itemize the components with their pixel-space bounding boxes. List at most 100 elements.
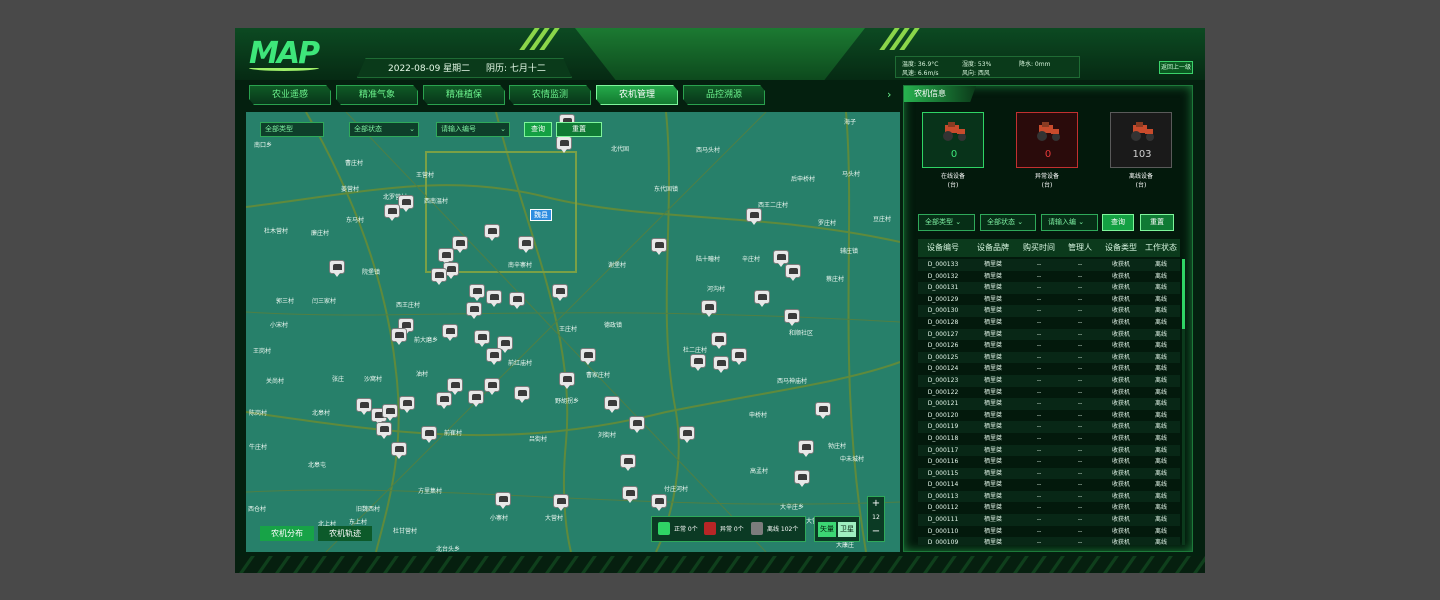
map-id-input[interactable]: 请输入编号 ⌄ [436, 122, 510, 137]
table-row[interactable]: D_000130 栖里桀 -- -- 收获机 离线 [918, 305, 1180, 317]
tractor-marker[interactable] [384, 204, 400, 222]
tractor-marker[interactable] [629, 416, 645, 434]
tractor-marker[interactable] [486, 290, 502, 308]
tractor-marker[interactable] [798, 440, 814, 458]
tab-remote-sensing[interactable]: 农业遥感 [249, 85, 331, 105]
table-row[interactable]: D_000113 栖里桀 -- -- 收获机 离线 [918, 490, 1180, 503]
table-row[interactable]: D_000127 栖里桀 -- -- 收获机 离线 [918, 328, 1180, 341]
tab-traceability[interactable]: 品控溯源 [683, 85, 765, 105]
tractor-marker[interactable] [580, 348, 596, 366]
table-row[interactable]: D_000112 栖里桀 -- -- 收获机 离线 [918, 502, 1180, 514]
tractor-marker[interactable] [399, 396, 415, 414]
tabs-next-icon[interactable]: › [887, 88, 891, 101]
tractor-marker[interactable] [474, 330, 490, 348]
table-row[interactable]: D_000114 栖里桀 -- -- 收获机 离线 [918, 479, 1180, 491]
table-row[interactable]: D_000124 栖里桀 -- -- 收获机 离线 [918, 363, 1180, 375]
tractor-marker[interactable] [376, 422, 392, 440]
table-row[interactable]: D_000118 栖里桀 -- -- 收获机 离线 [918, 433, 1180, 445]
tractor-marker[interactable] [431, 268, 447, 286]
table-row[interactable]: D_000125 栖里桀 -- -- 收获机 离线 [918, 351, 1180, 364]
tractor-marker[interactable] [651, 494, 667, 512]
tractor-marker[interactable] [711, 332, 727, 350]
tractor-marker[interactable] [514, 386, 530, 404]
tractor-marker[interactable] [620, 454, 636, 472]
tractor-marker[interactable] [469, 284, 485, 302]
tractor-marker[interactable] [518, 236, 534, 254]
map-query-button[interactable]: 查询 [524, 122, 552, 137]
table-row[interactable]: D_000109 栖里桀 -- -- 收获机 离线 [918, 537, 1180, 545]
table-row[interactable]: D_000117 栖里桀 -- -- 收获机 离线 [918, 444, 1180, 457]
tractor-marker[interactable] [442, 324, 458, 342]
tractor-marker[interactable] [794, 470, 810, 488]
map-view[interactable]: 魏县 南口乡 曹庄村 王营村 姜营村 北罗营村 西南温村 东马村 杜木营村 廉庄… [246, 112, 900, 552]
tractor-marker[interactable] [690, 354, 706, 372]
tractor-marker[interactable] [556, 136, 572, 154]
tractor-marker[interactable] [552, 284, 568, 302]
tab-crop-monitoring[interactable]: 农情监测 [509, 85, 591, 105]
tractor-marker[interactable] [604, 396, 620, 414]
tractor-marker[interactable] [746, 208, 762, 226]
tractor-marker[interactable] [679, 426, 695, 444]
tab-machinery[interactable]: 农机管理 [596, 85, 678, 105]
tractor-marker[interactable] [391, 442, 407, 460]
table-row[interactable]: D_000128 栖里桀 -- -- 收获机 离线 [918, 317, 1180, 329]
tractor-marker[interactable] [784, 309, 800, 327]
table-row[interactable]: D_000122 栖里桀 -- -- 收获机 离线 [918, 387, 1180, 399]
map-reset-button[interactable]: 重置 [556, 122, 602, 137]
zoom-in-button[interactable]: + [868, 497, 884, 511]
panel-query-button[interactable]: 查询 [1102, 214, 1134, 231]
zoom-out-button[interactable]: − [868, 525, 884, 539]
tractor-marker[interactable] [436, 392, 452, 410]
tab-weather[interactable]: 精准气象 [336, 85, 418, 105]
table-row[interactable]: D_000111 栖里桀 -- -- 收获机 离线 [918, 514, 1180, 526]
tractor-marker[interactable] [329, 260, 345, 278]
map-type-select[interactable]: 全部类型 [260, 122, 324, 137]
tractor-marker[interactable] [356, 398, 372, 416]
table-row[interactable]: D_000131 栖里桀 -- -- 收获机 离线 [918, 282, 1180, 294]
tractor-marker[interactable] [713, 356, 729, 374]
tab-plant-protection[interactable]: 精准植保 [423, 85, 505, 105]
table-row[interactable]: D_000116 栖里桀 -- -- 收获机 离线 [918, 456, 1180, 468]
tractor-marker[interactable] [559, 372, 575, 390]
tractor-marker[interactable] [785, 264, 801, 282]
tractor-marker[interactable] [466, 302, 482, 320]
vector-button[interactable]: 矢量 [818, 522, 836, 537]
tractor-marker[interactable] [731, 348, 747, 366]
map-status-select[interactable]: 全部状态 ⌄ [349, 122, 419, 137]
table-row[interactable]: D_000119 栖里桀 -- -- 收获机 离线 [918, 421, 1180, 433]
tractor-marker[interactable] [486, 348, 502, 366]
table-row[interactable]: D_000126 栖里桀 -- -- 收获机 离线 [918, 340, 1180, 352]
scrollbar-thumb[interactable] [1182, 259, 1185, 329]
panel-id-input[interactable]: 请输入编 ⌄ [1041, 214, 1098, 231]
back-button[interactable]: 返回上一级 [1159, 61, 1193, 74]
panel-status-select[interactable]: 全部状态 ⌄ [980, 214, 1036, 231]
tractor-marker[interactable] [391, 328, 407, 346]
table-row[interactable]: D_000120 栖里桀 -- -- 收获机 离线 [918, 410, 1180, 422]
town-label[interactable]: 魏县 [530, 209, 552, 221]
tractor-marker[interactable] [495, 492, 511, 510]
panel-type-select[interactable]: 全部类型 ⌄ [918, 214, 975, 231]
table-row[interactable]: D_000132 栖里桀 -- -- 收获机 离线 [918, 271, 1180, 283]
device-table-body[interactable]: D_000133 栖里桀 -- -- 收获机 离线 D_000132 栖里桀 -- -- 收获机 离线… [918, 259, 1180, 545]
table-row[interactable]: D_000115 栖里桀 -- -- 收获机 离线 [918, 467, 1180, 480]
tractor-marker[interactable] [484, 224, 500, 242]
table-row[interactable]: D_000123 栖里桀 -- -- 收获机 离线 [918, 374, 1180, 387]
tractor-marker[interactable] [651, 238, 667, 256]
tractor-marker[interactable] [452, 236, 468, 254]
tractor-marker[interactable] [468, 390, 484, 408]
tractor-marker[interactable] [754, 290, 770, 308]
panel-reset-button[interactable]: 重置 [1140, 214, 1174, 231]
tractor-marker[interactable] [509, 292, 525, 310]
tractor-marker[interactable] [701, 300, 717, 318]
table-row[interactable]: D_000110 栖里桀 -- -- 收获机 离线 [918, 526, 1180, 538]
table-row[interactable]: D_000133 栖里桀 -- -- 收获机 离线 [918, 259, 1180, 271]
tractor-marker[interactable] [553, 494, 569, 512]
tab-distribution[interactable]: 农机分布 [260, 526, 314, 541]
table-row[interactable]: D_000129 栖里桀 -- -- 收获机 离线 [918, 294, 1180, 306]
tractor-marker[interactable] [398, 195, 414, 213]
tractor-marker[interactable] [382, 404, 398, 422]
tractor-marker[interactable] [421, 426, 437, 444]
tractor-marker[interactable] [815, 402, 831, 420]
tab-trajectory[interactable]: 农机轨迹 [318, 526, 372, 541]
tractor-marker[interactable] [484, 378, 500, 396]
